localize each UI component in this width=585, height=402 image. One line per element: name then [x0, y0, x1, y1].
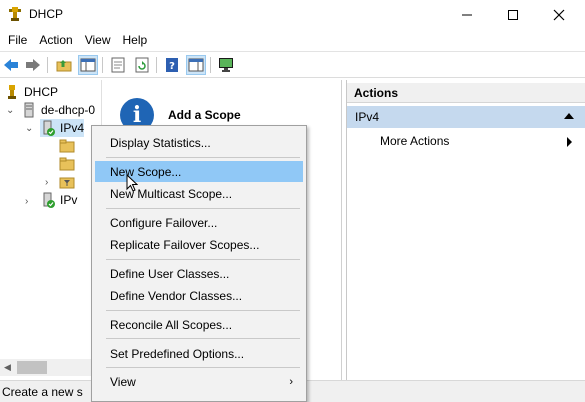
server-monitor-button[interactable] — [216, 55, 236, 75]
folder-icon — [59, 139, 75, 153]
menu-item-set-predefined-options[interactable]: Set Predefined Options... — [95, 343, 303, 364]
menu-item-define-vendor-classes[interactable]: Define Vendor Classes... — [95, 285, 303, 306]
menu-separator — [106, 259, 300, 260]
menu-item-view[interactable]: View › — [95, 371, 303, 392]
tree-node-dhcp[interactable]: DHCP — [4, 83, 58, 101]
filter-folder-icon — [59, 177, 75, 189]
console-tree: DHCP ⌄ de-dhcp-0 ⌄ IPv4 › › IPv — [0, 80, 100, 380]
menu-item-configure-failover[interactable]: Configure Failover... — [95, 212, 303, 233]
menu-action[interactable]: Action — [33, 29, 78, 51]
menu-help[interactable]: Help — [117, 29, 154, 51]
title-bar: DHCP — [0, 0, 585, 29]
show-hide-tree-icon — [80, 58, 96, 72]
back-button[interactable] — [1, 55, 21, 75]
submenu-arrow-icon: › — [289, 376, 293, 388]
ipv4-icon — [43, 120, 55, 136]
menu-file[interactable]: File — [2, 29, 33, 51]
properties-button[interactable] — [108, 55, 128, 75]
status-text: Create a new s — [2, 385, 83, 399]
menu-separator — [106, 157, 300, 158]
expand-arrow-icon[interactable]: › — [45, 178, 55, 188]
menu-item-label: View — [110, 375, 136, 389]
tree-node-ipv4[interactable]: IPv4 — [40, 119, 85, 137]
collapse-arrow-icon[interactable]: ⌄ — [6, 106, 16, 116]
dhcp-root-icon — [8, 85, 16, 99]
close-button[interactable] — [536, 0, 582, 29]
menu-item-display-statistics[interactable]: Display Statistics... — [95, 132, 303, 153]
forward-arrow-icon — [26, 59, 40, 71]
actions-group-label: IPv4 — [355, 110, 380, 124]
tree-node-label: IPv — [60, 193, 78, 207]
menu-separator — [106, 367, 300, 368]
expand-arrow-icon[interactable]: › — [25, 197, 35, 207]
maximize-icon — [508, 9, 518, 20]
toolbar-separator — [47, 57, 48, 73]
menu-view[interactable]: View — [79, 29, 117, 51]
help-icon: ? — [166, 58, 178, 72]
actions-header: Actions — [347, 83, 585, 103]
dhcp-app-icon — [9, 7, 21, 21]
tree-node-label: de-dhcp-0 — [41, 103, 96, 117]
actions-pane: Actions IPv4 More Actions — [346, 80, 585, 380]
back-arrow-icon — [4, 59, 18, 71]
close-icon — [553, 9, 565, 20]
mouse-pointer-icon — [126, 174, 138, 192]
tree-horizontal-scrollbar[interactable]: ◀ — [0, 359, 100, 376]
add-scope-title: Add a Scope — [168, 108, 241, 122]
toolbar: ? — [0, 51, 585, 78]
ipv6-icon — [43, 192, 55, 208]
properties-icon — [111, 57, 125, 73]
monitor-icon — [219, 58, 233, 72]
menu-item-define-user-classes[interactable]: Define User Classes... — [95, 263, 303, 284]
menu-item-replicate-failover-scopes[interactable]: Replicate Failover Scopes... — [95, 234, 303, 255]
window-title: DHCP — [29, 7, 64, 21]
tree-node-child[interactable] — [59, 137, 79, 155]
menu-item-reconcile-all-scopes[interactable]: Reconcile All Scopes... — [95, 314, 303, 335]
tree-node-child[interactable] — [59, 155, 79, 173]
tree-node-ipv6[interactable]: IPv — [40, 191, 77, 209]
forward-button[interactable] — [23, 55, 43, 75]
minimize-button[interactable] — [444, 0, 490, 29]
menu-separator — [106, 208, 300, 209]
server-icon — [24, 102, 34, 118]
show-hide-action-pane-button[interactable] — [186, 55, 206, 75]
menu-separator — [106, 338, 300, 339]
toolbar-separator — [210, 57, 211, 73]
up-folder-icon — [56, 60, 72, 72]
submenu-arrow-icon[interactable] — [567, 137, 572, 147]
scrollbar-thumb[interactable] — [17, 361, 47, 374]
tree-node-label: IPv4 — [60, 121, 85, 135]
maximize-button[interactable] — [490, 0, 536, 29]
context-menu: Display Statistics... New Scope... New M… — [91, 125, 307, 402]
actions-group-ipv4[interactable]: IPv4 — [347, 106, 585, 128]
more-actions-item[interactable]: More Actions — [380, 134, 449, 148]
refresh-button[interactable] — [132, 55, 152, 75]
show-hide-tree-button[interactable] — [78, 55, 98, 75]
tree-node-label: DHCP — [24, 85, 59, 99]
toolbar-separator — [156, 57, 157, 73]
show-hide-action-pane-icon — [188, 58, 204, 72]
menu-bar: File Action View Help — [0, 29, 585, 51]
tree-node-server[interactable]: de-dhcp-0 — [21, 101, 95, 119]
up-one-level-button[interactable] — [54, 55, 74, 75]
folder-icon — [59, 157, 75, 171]
collapse-arrow-icon[interactable]: ⌄ — [25, 124, 35, 134]
menu-separator — [106, 310, 300, 311]
minimize-icon — [462, 14, 472, 15]
collapse-triangle-icon[interactable] — [564, 113, 574, 119]
svg-text:?: ? — [169, 61, 175, 72]
scroll-left-icon[interactable]: ◀ — [4, 362, 11, 373]
dhcp-window: DHCP File Action View Help ? DHCP ⌄ de-d… — [0, 0, 585, 402]
help-button[interactable]: ? — [162, 55, 182, 75]
refresh-icon — [135, 57, 149, 73]
tree-node-child[interactable] — [59, 173, 79, 191]
toolbar-separator — [102, 57, 103, 73]
